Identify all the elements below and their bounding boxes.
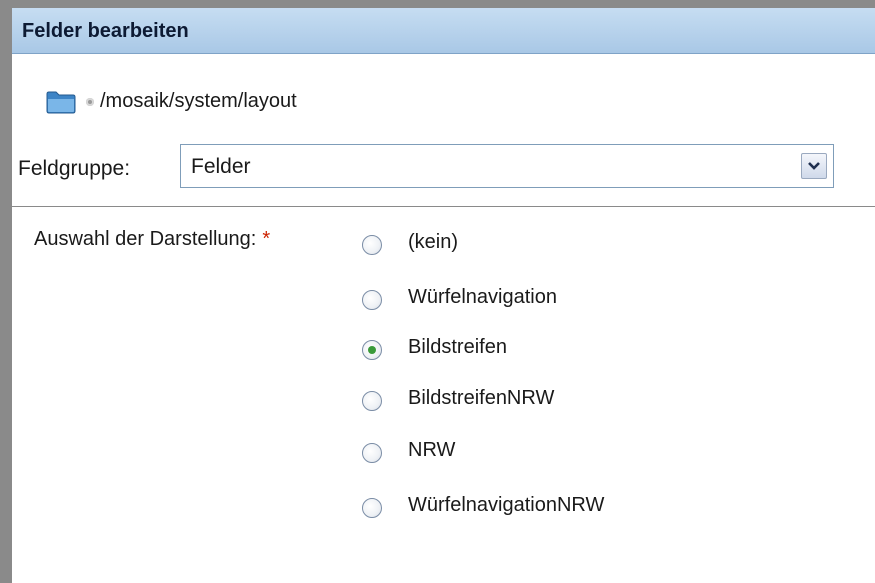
radio-label[interactable]: (kein) bbox=[408, 231, 458, 254]
radio-button[interactable] bbox=[362, 443, 382, 463]
folder-icon[interactable] bbox=[46, 90, 76, 114]
chevron-down-icon bbox=[808, 162, 820, 170]
radio-button[interactable] bbox=[362, 290, 382, 310]
feldgruppe-selected-value: Felder bbox=[191, 155, 251, 178]
path-bullet-icon bbox=[86, 98, 94, 106]
radio-label[interactable]: Bildstreifen bbox=[408, 336, 507, 359]
radio-button[interactable] bbox=[362, 391, 382, 411]
radio-button[interactable] bbox=[362, 498, 382, 518]
required-marker: * bbox=[262, 228, 271, 250]
dropdown-button[interactable] bbox=[801, 153, 827, 179]
radio-label[interactable]: BildstreifenNRW bbox=[408, 387, 554, 410]
dialog-title: Felder bearbeiten bbox=[22, 20, 189, 42]
dialog-titlebar: Felder bearbeiten bbox=[12, 8, 875, 54]
auswahl-label-text: Auswahl der Darstellung: bbox=[34, 228, 257, 250]
radio-label[interactable]: NRW bbox=[408, 439, 455, 462]
radio-button[interactable] bbox=[362, 235, 382, 255]
path-text[interactable]: /mosaik/system/layout bbox=[100, 90, 297, 113]
feldgruppe-select[interactable]: Felder bbox=[180, 144, 834, 188]
feldgruppe-label: Feldgruppe: bbox=[18, 157, 131, 180]
radio-label[interactable]: Würfelnavigation bbox=[408, 286, 557, 309]
auswahl-label: Auswahl der Darstellung: * bbox=[34, 228, 270, 251]
radio-button[interactable] bbox=[362, 340, 382, 360]
radio-label[interactable]: WürfelnavigationNRW bbox=[408, 494, 604, 517]
